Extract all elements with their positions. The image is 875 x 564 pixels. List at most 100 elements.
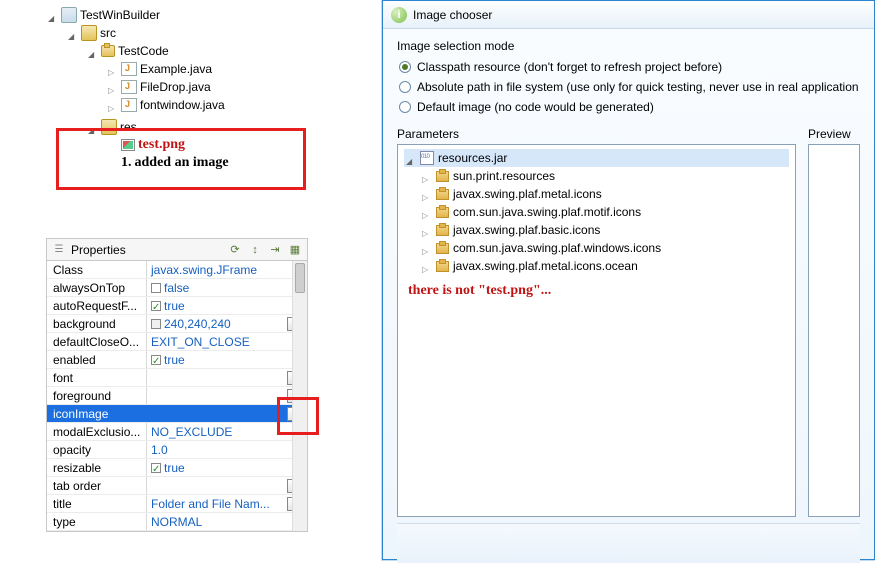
chevron-right-icon[interactable] (422, 243, 432, 253)
package-node[interactable]: sun.print.resources (404, 167, 789, 185)
property-row-resizable[interactable]: resizabletrue (47, 459, 307, 477)
property-value[interactable]: javax.swing.JFrame (147, 261, 307, 278)
property-value[interactable]: … (147, 477, 307, 494)
package-node[interactable]: com.sun.java.swing.plaf.motif.icons (404, 203, 789, 221)
highlight-box-tree (56, 128, 306, 190)
property-row-iconimage[interactable]: iconImage… (47, 405, 307, 423)
property-row-autorequestf[interactable]: autoRequestF...true (47, 297, 307, 315)
dialog-annotation: there is not "test.png"... (404, 283, 789, 299)
property-row-alwaysontop[interactable]: alwaysOnTopfalse (47, 279, 307, 297)
property-row-type[interactable]: typeNORMAL (47, 513, 307, 531)
radio-option[interactable]: Absolute path in file system (use only f… (397, 77, 860, 97)
chevron-right-icon[interactable] (422, 225, 432, 235)
chevron-down-icon[interactable] (406, 153, 416, 163)
package-node[interactable]: javax.swing.plaf.basic.icons (404, 221, 789, 239)
package-node[interactable]: javax.swing.plaf.metal.icons (404, 185, 789, 203)
properties-icon: ☰ (51, 242, 67, 258)
package-icon (436, 207, 449, 218)
package-label: javax.swing.plaf.metal.icons.ocean (453, 259, 638, 273)
radio-option[interactable]: Default image (no code would be generate… (397, 97, 860, 117)
property-name: iconImage (47, 405, 147, 422)
group-label: Image selection mode (397, 39, 860, 53)
property-row-opacity[interactable]: opacity1.0 (47, 441, 307, 459)
property-row-modalexclusio[interactable]: modalExclusio...NO_EXCLUDE (47, 423, 307, 441)
tree-node-project[interactable]: TestWinBuilder (48, 6, 328, 24)
radio-icon[interactable] (399, 81, 411, 93)
parameters-title: Parameters (397, 127, 796, 141)
property-row-class[interactable]: Classjavax.swing.JFrame (47, 261, 307, 279)
chevron-right-icon[interactable] (422, 189, 432, 199)
properties-title: Properties (71, 243, 223, 257)
toolbar-icon[interactable]: ⇥ (267, 242, 283, 258)
radio-icon[interactable] (399, 101, 411, 113)
property-row-taborder[interactable]: tab order… (47, 477, 307, 495)
tree-node-package[interactable]: TestCode (48, 42, 328, 60)
property-value[interactable]: Folder and File Nam...… (147, 495, 307, 512)
property-name: resizable (47, 459, 147, 476)
property-value[interactable]: … (147, 387, 307, 404)
tree-node-file[interactable]: fontwindow.java (48, 96, 328, 114)
property-row-enabled[interactable]: enabledtrue (47, 351, 307, 369)
chevron-down-icon[interactable] (48, 10, 58, 20)
toolbar-icon[interactable]: ⟳ (227, 242, 243, 258)
scrollbar-thumb[interactable] (295, 263, 305, 293)
property-row-defaultcloseo[interactable]: defaultCloseO...EXIT_ON_CLOSE (47, 333, 307, 351)
toolbar-icon[interactable]: ↕ (247, 242, 263, 258)
property-value[interactable]: … (147, 369, 307, 386)
tree-label: TestWinBuilder (80, 8, 160, 22)
property-value[interactable]: EXIT_ON_CLOSE (147, 333, 307, 350)
chevron-right-icon[interactable] (108, 64, 118, 74)
property-value[interactable]: NO_EXCLUDE (147, 423, 307, 440)
package-icon (436, 243, 449, 254)
jar-root-node[interactable]: resources.jar (404, 149, 789, 167)
property-value[interactable]: false (147, 279, 307, 296)
package-icon (436, 261, 449, 272)
property-name: title (47, 495, 147, 512)
checkbox-icon[interactable] (151, 301, 161, 311)
radio-option[interactable]: Classpath resource (don't forget to refr… (397, 57, 860, 77)
checkbox-icon[interactable] (151, 283, 161, 293)
tree-node-src[interactable]: src (48, 24, 328, 42)
radio-label: Default image (no code would be generate… (417, 100, 654, 114)
property-value[interactable]: true (147, 459, 307, 476)
property-name: Class (47, 261, 147, 278)
chevron-right-icon[interactable] (422, 261, 432, 271)
chevron-down-icon[interactable] (68, 28, 78, 38)
package-icon (436, 189, 449, 200)
tree-label: FileDrop.java (140, 80, 211, 94)
property-name: alwaysOnTop (47, 279, 147, 296)
property-row-foreground[interactable]: foreground… (47, 387, 307, 405)
chevron-right-icon[interactable] (422, 171, 432, 181)
toolbar-icon[interactable]: ▦ (287, 242, 303, 258)
dialog-titlebar: i Image chooser (383, 1, 874, 29)
chevron-right-icon[interactable] (422, 207, 432, 217)
checkbox-icon[interactable] (151, 463, 161, 473)
property-value[interactable]: true (147, 351, 307, 368)
property-name: enabled (47, 351, 147, 368)
property-value[interactable]: true (147, 297, 307, 314)
chevron-right-icon[interactable] (108, 100, 118, 110)
radio-icon[interactable] (399, 61, 411, 73)
property-row-title[interactable]: titleFolder and File Nam...… (47, 495, 307, 513)
property-name: opacity (47, 441, 147, 458)
preview-box (808, 144, 860, 517)
property-row-font[interactable]: font… (47, 369, 307, 387)
property-row-background[interactable]: background240,240,240… (47, 315, 307, 333)
property-value[interactable]: … (147, 405, 307, 422)
tree-node-file[interactable]: Example.java (48, 60, 328, 78)
dialog-button-bar (397, 523, 860, 563)
package-node[interactable]: javax.swing.plaf.metal.icons.ocean (404, 257, 789, 275)
property-value[interactable]: NORMAL (147, 513, 307, 530)
property-value[interactable]: 1.0 (147, 441, 307, 458)
scrollbar[interactable] (292, 261, 307, 531)
preview-pane: Preview (808, 127, 860, 517)
property-name: defaultCloseO... (47, 333, 147, 350)
chevron-right-icon[interactable] (108, 82, 118, 92)
tree-node-file[interactable]: FileDrop.java (48, 78, 328, 96)
chevron-down-icon[interactable] (88, 46, 98, 56)
radio-label: Classpath resource (don't forget to refr… (417, 60, 722, 74)
package-label: com.sun.java.swing.plaf.motif.icons (453, 205, 641, 219)
property-value[interactable]: 240,240,240… (147, 315, 307, 332)
checkbox-icon[interactable] (151, 355, 161, 365)
package-node[interactable]: com.sun.java.swing.plaf.windows.icons (404, 239, 789, 257)
